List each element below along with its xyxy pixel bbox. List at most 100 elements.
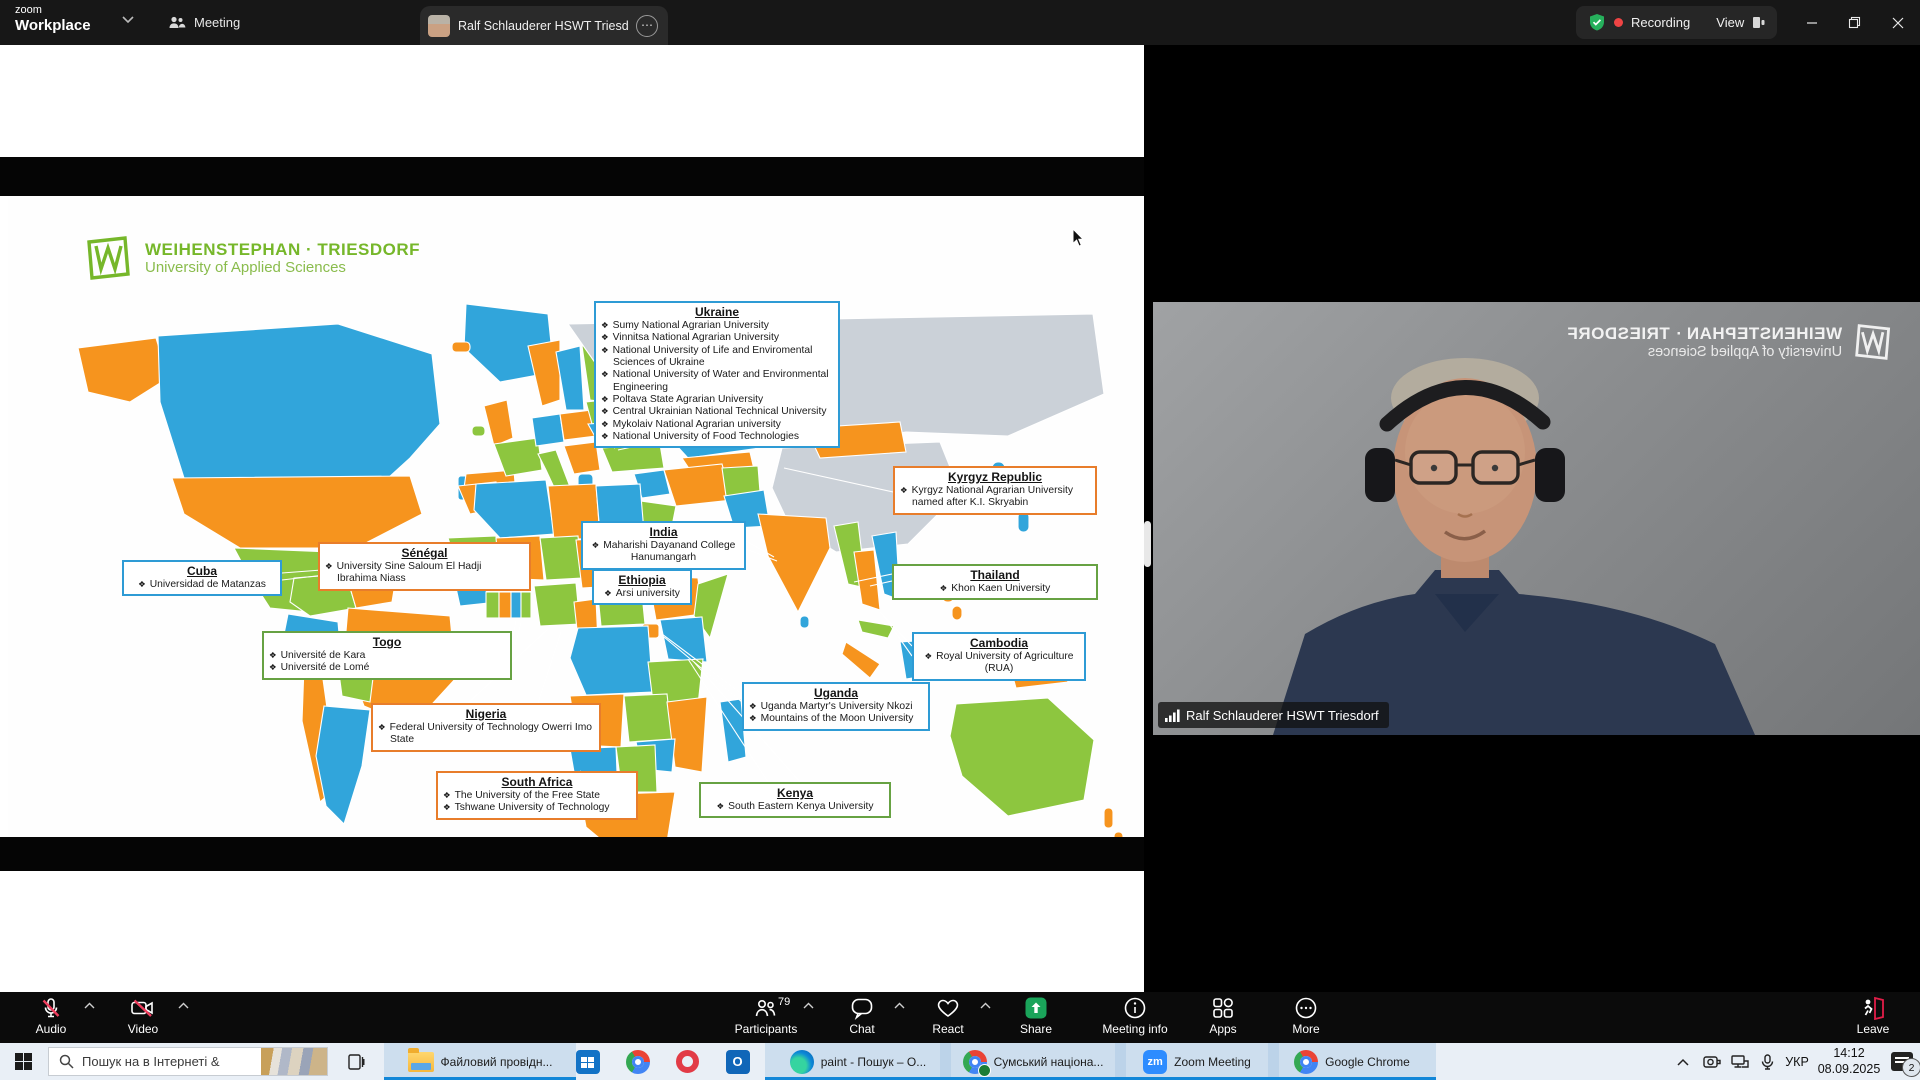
taskbar-edge-window[interactable]: paint - Пошук – O...	[765, 1043, 951, 1080]
taskbar-chrome-window[interactable]: Сумський націона...	[940, 1043, 1126, 1080]
callout-country: Kyrgyz Republic	[900, 470, 1090, 485]
start-button[interactable]	[0, 1043, 46, 1080]
callout-south-africa: South Africa❖The University of the Free …	[436, 771, 638, 820]
callout-university: ❖Vinnitsa National Agrarian University	[601, 332, 833, 344]
audio-chevron-icon[interactable]	[84, 1002, 95, 1009]
callout-cuba: Cuba❖Universidad de Matanzas	[122, 560, 282, 596]
recording-label: Recording	[1631, 15, 1690, 30]
maximize-button[interactable]	[1833, 0, 1876, 45]
hswt-logo: WEIHENSTEPHAN · TRIESDORF University of …	[85, 236, 420, 280]
taskbar-opera[interactable]	[665, 1043, 710, 1080]
share-button[interactable]: Share	[1005, 996, 1067, 1036]
callout-country: Nigeria	[378, 707, 594, 722]
taskbar-chrome[interactable]	[615, 1043, 660, 1080]
windows-logo-icon	[15, 1053, 32, 1070]
tray-clock[interactable]: 14:12 08.09.2025	[1814, 1043, 1884, 1080]
callout-nigeria: Nigeria❖Federal University of Technology…	[371, 703, 601, 752]
chevron-down-icon[interactable]	[122, 16, 134, 24]
taskbar-file-explorer[interactable]: Файловий провідн...	[384, 1043, 576, 1080]
video-name-label: Ralf Schlauderer HSWT Triesdorf	[1186, 708, 1379, 723]
callout-kenya: Kenya❖South Eastern Kenya University	[699, 782, 891, 818]
file-explorer-label: Файловий провідн...	[441, 1055, 553, 1069]
pane-divider-handle[interactable]	[1144, 521, 1151, 567]
meeting-info-label: Meeting info	[1102, 1022, 1167, 1036]
opera-icon	[676, 1050, 699, 1073]
chat-button[interactable]: Chat	[832, 996, 892, 1036]
minimize-button[interactable]	[1790, 0, 1833, 45]
task-view-button[interactable]	[334, 1043, 378, 1080]
tray-mic[interactable]	[1754, 1043, 1780, 1080]
notification-icon: 2	[1891, 1052, 1913, 1071]
taskbar-store[interactable]	[565, 1043, 610, 1080]
callout-university: ❖Royal University of Agriculture (RUA)	[919, 651, 1079, 676]
tray-camera[interactable]	[1698, 1043, 1726, 1080]
video-button[interactable]: Video	[112, 996, 174, 1036]
apps-button[interactable]: Apps	[1192, 996, 1254, 1036]
participants-icon	[753, 996, 779, 1020]
more-button[interactable]: More	[1275, 996, 1337, 1036]
callout-togo: Togo❖Université de Kara❖Université de Lo…	[262, 631, 512, 680]
letterbox-bottom	[0, 837, 1144, 871]
search-highlight-image[interactable]	[261, 1048, 327, 1075]
tab-meeting[interactable]: Meeting	[168, 0, 240, 45]
apps-icon	[1211, 996, 1235, 1020]
audio-label: Audio	[36, 1022, 67, 1036]
view-button[interactable]: View	[1716, 15, 1744, 30]
camera-tray-icon	[1703, 1055, 1721, 1069]
presentation-slide: WEIHENSTEPHAN · TRIESDORF University of …	[8, 196, 1144, 837]
callout-university: ❖Arsi university	[599, 588, 685, 600]
view-layout-icon[interactable]	[1752, 16, 1765, 29]
callout-university: ❖Sumy National Agrarian University	[601, 320, 833, 332]
taskbar-zoom[interactable]: zm Zoom Meeting	[1115, 1043, 1279, 1080]
task-view-icon	[347, 1053, 365, 1071]
meeting-info-button[interactable]: Meeting info	[1092, 996, 1178, 1036]
participants-button[interactable]: Participants	[722, 996, 810, 1036]
zoom-workplace-logo: zoom Workplace	[15, 5, 91, 33]
tray-expand-button[interactable]	[1668, 1043, 1698, 1080]
tray-language[interactable]: УКР	[1780, 1043, 1814, 1080]
chrome-badge-icon	[963, 1050, 987, 1074]
callout-university: ❖Central Ukrainian National Technical Un…	[601, 406, 833, 418]
outlook-icon: O	[726, 1050, 750, 1074]
person	[1153, 302, 1920, 735]
tray-network[interactable]	[1726, 1043, 1754, 1080]
audio-button[interactable]: Audio	[20, 996, 82, 1036]
microsoft-store-icon	[576, 1050, 600, 1074]
zoom-app-icon: zm	[1143, 1050, 1167, 1074]
leave-door-icon	[1860, 996, 1886, 1020]
avatar	[428, 15, 450, 37]
folder-icon	[408, 1052, 434, 1072]
callout-university: ❖South Eastern Kenya University	[706, 801, 884, 813]
tray-time: 14:12	[1818, 1046, 1881, 1062]
chat-chevron-icon[interactable]	[894, 1002, 905, 1009]
react-button[interactable]: React	[918, 996, 978, 1036]
taskbar-outlook[interactable]: O	[715, 1043, 760, 1080]
participants-count: 79	[778, 996, 790, 1008]
letterbox-top	[0, 157, 1144, 196]
mouse-cursor	[1072, 228, 1086, 248]
recording-dot	[1614, 18, 1623, 27]
callout-university: ❖Universidad de Matanzas	[129, 579, 275, 591]
taskbar-search[interactable]: Пошук на в Інтернеті &	[48, 1047, 328, 1076]
edge-window-label: paint - Пошук – O...	[821, 1055, 927, 1069]
close-button[interactable]	[1876, 0, 1919, 45]
tab-options-icon[interactable]: ⋯	[636, 15, 658, 37]
react-chevron-icon[interactable]	[980, 1002, 991, 1009]
shield-check-icon[interactable]	[1588, 13, 1606, 32]
tab-active-speaker[interactable]: Ralf Schlauderer HSWT Triesdorf's ⋯	[420, 6, 668, 45]
taskbar-google-chrome[interactable]: Google Chrome	[1268, 1043, 1436, 1080]
video-chevron-icon[interactable]	[178, 1002, 189, 1009]
chrome-window-label: Сумський націона...	[994, 1055, 1104, 1069]
callout-university: ❖University Sine Saloum El Hadji Ibrahim…	[325, 561, 524, 586]
hswt-logo-icon	[85, 236, 131, 280]
participant-video[interactable]: WEIHENSTEPHAN · TRIESDORF University of …	[1153, 302, 1920, 735]
tray-notifications[interactable]: 2	[1884, 1043, 1920, 1080]
callout-uganda: Uganda❖Uganda Martyr's University Nkozi❖…	[742, 682, 930, 731]
more-icon	[1294, 996, 1318, 1020]
callout-country: Uganda	[749, 686, 923, 701]
participants-chevron-icon[interactable]	[803, 1002, 814, 1009]
leave-button[interactable]: Leave	[1840, 996, 1906, 1036]
recording-pill: Recording View	[1576, 6, 1777, 39]
callout-university: ❖Mykolaiv National Agrarian university	[601, 419, 833, 431]
callout-ukraine: Ukraine❖Sumy National Agrarian Universit…	[594, 301, 840, 448]
